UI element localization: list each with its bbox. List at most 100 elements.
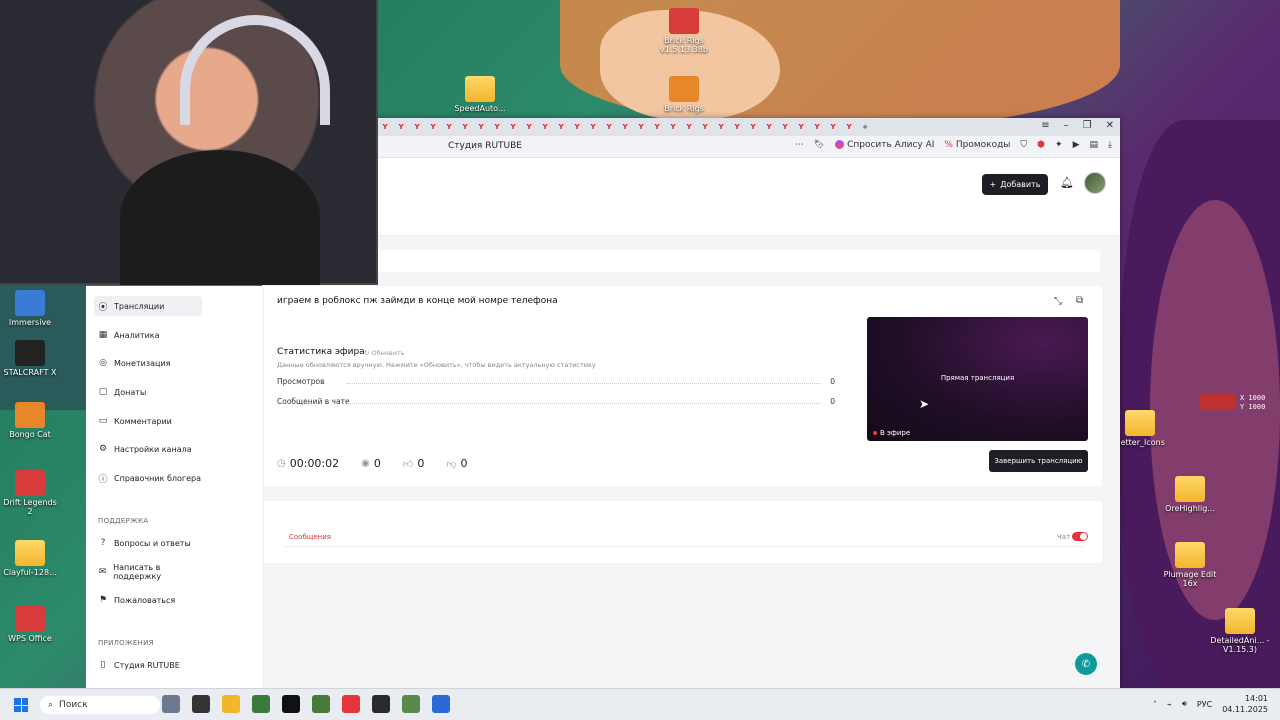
sidebar-item-faq[interactable]: ? Вопросы и ответы [94, 533, 202, 553]
tab-favicon[interactable]: Y [764, 122, 774, 132]
tab-favicon[interactable]: Y [524, 122, 534, 132]
app-icon[interactable] [432, 695, 450, 713]
desktop-icon[interactable]: Brick Rigs [654, 76, 714, 113]
desktop-icon[interactable]: Drift Legends 2 [0, 470, 60, 516]
puzzle-icon[interactable]: ✦ [1055, 140, 1063, 150]
desktop-icon[interactable]: Plumage Edit 16x [1160, 542, 1220, 588]
tab-favicon[interactable]: Y [620, 122, 630, 132]
extension-icon[interactable]: ⬢ [1037, 140, 1045, 150]
tab-favicon[interactable]: Y [844, 122, 854, 132]
tab-favicon[interactable]: Y [780, 122, 790, 132]
new-tab-icon[interactable]: + [860, 122, 870, 132]
task-view-icon[interactable] [162, 695, 180, 713]
terminal-icon[interactable] [192, 695, 210, 713]
tab-favicon[interactable]: Y [572, 122, 582, 132]
reader-icon[interactable]: ▤ [1090, 140, 1099, 150]
tab-favicon[interactable]: Y [508, 122, 518, 132]
yandex-browser-icon[interactable] [342, 695, 360, 713]
tab-favicon[interactable]: Y [828, 122, 838, 132]
desktop-icon[interactable]: Brick Rigs v1.5.13.38b [654, 8, 714, 54]
start-button[interactable] [14, 698, 28, 712]
minecraft-icon[interactable] [252, 695, 270, 713]
tab-favicon[interactable]: Y [668, 122, 678, 132]
tab-favicon[interactable]: Y [588, 122, 598, 132]
sidebar-item-write-support[interactable]: ✉ Написать в поддержку [94, 562, 202, 582]
desktop-icon[interactable]: STALCRAFT X [0, 340, 60, 377]
volume-icon[interactable]: 🔊︎ [1182, 699, 1187, 709]
tab-favicon[interactable]: Y [556, 122, 566, 132]
file-explorer-icon[interactable] [222, 695, 240, 713]
sidebar-item-studio-app[interactable]: ▯ Студия RUTUBE [94, 655, 202, 675]
tab-favicon[interactable]: Y [652, 122, 662, 132]
add-button[interactable]: + Добавить [982, 174, 1048, 195]
minecraft-launcher-icon[interactable] [312, 695, 330, 713]
desktop-icon[interactable]: OreHighlig... [1160, 476, 1220, 513]
tab-favicon[interactable]: Y [540, 122, 550, 132]
sidebar-item-channel-settings[interactable]: ⚙ Настройки канала [94, 439, 202, 459]
desktop-icon[interactable]: DetailedAni... - V1.15.3) [1210, 608, 1270, 654]
desktop-icon[interactable]: SpeedAuto... [450, 76, 510, 113]
tab-favicon[interactable]: Y [812, 122, 822, 132]
clock[interactable]: 14:01 04.11.2025 [1222, 693, 1268, 715]
sidebar-item-blogger-guide[interactable]: ⓘ Справочник блогера [94, 468, 202, 488]
tab-favicon[interactable]: Y [460, 122, 470, 132]
sidebar-item-analytics[interactable]: ▦ Аналитика [94, 325, 202, 345]
tab-favicon[interactable]: Y [796, 122, 806, 132]
tab-favicon[interactable]: Y [396, 122, 406, 132]
sidebar-item-report[interactable]: ⚑ Пожаловаться [94, 590, 202, 610]
stats-note: Данные обновляются вручную. Нажмите «Обн… [277, 361, 596, 369]
tab-favicon[interactable]: Y [716, 122, 726, 132]
game-icon[interactable] [402, 695, 420, 713]
shield-icon[interactable]: ⛉ [1020, 140, 1027, 150]
media-icon[interactable]: ▶ [1073, 140, 1080, 150]
download-icon[interactable]: ⤓ [1108, 140, 1112, 150]
help-chat-button[interactable]: ✆ [1075, 653, 1097, 675]
tab-favicon[interactable]: Y [412, 122, 422, 132]
sidebar-item-broadcasts[interactable]: ⦿ Трансляции [94, 296, 202, 316]
tab-favicon[interactable]: Y [428, 122, 438, 132]
language-indicator[interactable]: РУС [1197, 700, 1212, 709]
tab-favicon[interactable]: Y [748, 122, 758, 132]
ask-alice-button[interactable]: Спросить Алису AI [835, 140, 934, 150]
promocodes-button[interactable]: % Промокоды [944, 140, 1010, 150]
more-icon[interactable]: ⋯ [795, 140, 804, 150]
tab-favicon[interactable]: Y [604, 122, 614, 132]
tab-favicon[interactable]: Y [636, 122, 646, 132]
chevron-up-icon[interactable]: ˄ [1153, 700, 1157, 709]
network-icon[interactable]: ⌁ [1167, 700, 1172, 709]
desktop-icon[interactable]: WPS Office [0, 606, 60, 643]
close-icon[interactable]: ✕ [1106, 120, 1114, 131]
bell-icon[interactable]: 🔔︎ [1060, 176, 1074, 189]
minimize-icon[interactable]: – [1064, 120, 1069, 131]
taskbar-search[interactable]: ⌕ Поиск [40, 696, 160, 714]
stats-title: Статистика эфира [277, 347, 365, 357]
tab-list-icon[interactable]: ≡ [1041, 120, 1049, 131]
tab-messages[interactable]: Сообщения [289, 533, 331, 541]
tab-favicon[interactable]: Y [684, 122, 694, 132]
tab-favicon[interactable]: Y [380, 122, 390, 132]
restore-icon[interactable]: ❐ [1083, 120, 1092, 131]
share-icon[interactable]: ⤡ [1054, 296, 1062, 307]
stream-preview[interactable]: Прямая трансляция ➤ В эфире [867, 317, 1088, 441]
tiktok-icon[interactable] [282, 695, 300, 713]
sidebar-item-comments[interactable]: ▭ Комментарии [94, 411, 202, 431]
tab-favicon[interactable]: Y [444, 122, 454, 132]
avatar[interactable] [1084, 172, 1106, 194]
page-tab-title[interactable]: Студия RUTUBE [448, 141, 522, 151]
stream-title: играем в роблокс пж займди в конце мой н… [277, 296, 558, 306]
sidebar-item-monetization[interactable]: ◎ Монетизация [94, 353, 202, 373]
tab-favicon[interactable]: Y [732, 122, 742, 132]
tab-favicon[interactable]: Y [700, 122, 710, 132]
desktop-icon[interactable]: Immersive [0, 290, 60, 327]
tab-favicon[interactable]: Y [476, 122, 486, 132]
external-link-icon[interactable]: ⧉ [1076, 295, 1083, 306]
desktop-icon[interactable]: Bongo Cat [0, 402, 60, 439]
obs-icon[interactable] [372, 695, 390, 713]
desktop-icon[interactable]: Clayful-128... [0, 540, 60, 577]
end-stream-button[interactable]: Завершить трансляцию [989, 450, 1088, 472]
bookmark-icon[interactable]: 🔖︎ [814, 140, 825, 150]
sidebar-item-donations[interactable]: ▢ Донаты [94, 382, 202, 402]
chat-toggle[interactable] [1072, 532, 1088, 541]
tab-favicon[interactable]: Y [492, 122, 502, 132]
refresh-button[interactable]: ↻ Обновить [364, 349, 405, 357]
